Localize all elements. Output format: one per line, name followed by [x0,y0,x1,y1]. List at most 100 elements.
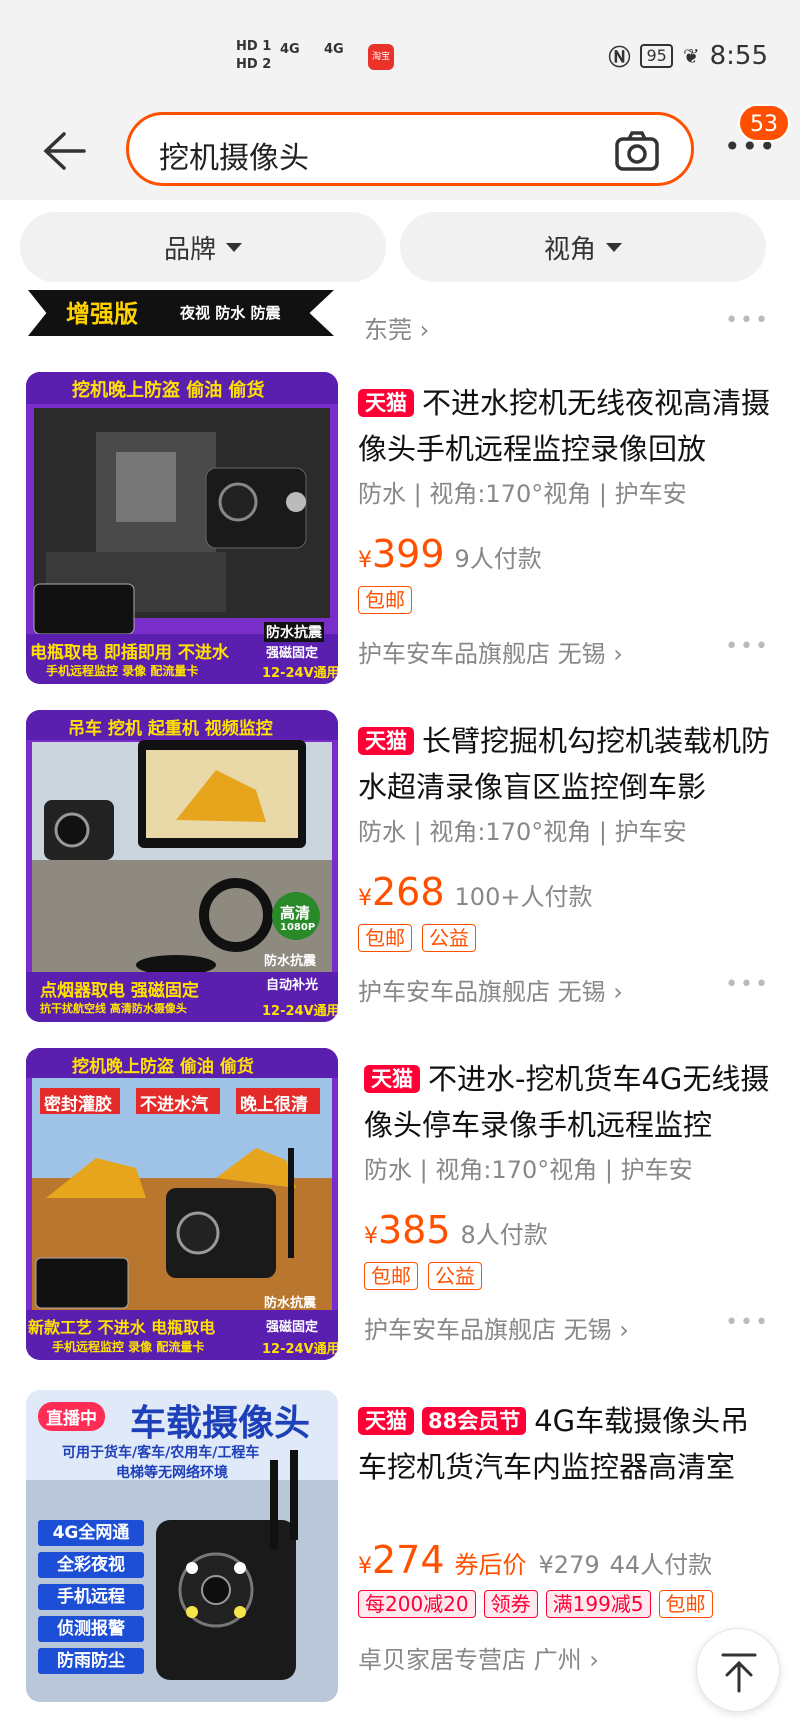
product-card[interactable]: 挖机晚上防盗 偷油 偷货 电瓶取电 即插即用 不进水 手机远程监控 录像 配流量… [0,372,800,710]
product-card[interactable]: 直播中 车载摄像头 可用于货车/客车/农用车/工程车 电梯等无网络环境 4G全网… [0,1390,800,1733]
image-caption: 防水抗震 [264,622,324,642]
more-options-icon[interactable]: ••• [725,972,770,997]
battery-icon: 95 [640,44,673,68]
tag-list: 包邮 公益 [358,924,476,952]
more-options-icon[interactable]: ••• [725,634,770,659]
price: 274 [372,1538,445,1582]
tag-list: 包邮 公益 [364,1262,482,1290]
image-caption: 密封灌胶 [44,1095,112,1115]
arrow-up-icon [721,1653,757,1693]
store-link[interactable]: 护车安车品旗舰店 无锡 › [364,1310,629,1345]
price-line: ¥385 8人付款 [364,1208,548,1252]
cart-count-badge: 53 [738,104,790,142]
product-title[interactable]: 天猫 长臂挖掘机勾挖机装载机防水超清录像盲区监控倒车影 [358,718,778,810]
image-caption: 防水抗震 [264,1296,317,1311]
image-caption: 抗干扰航空线 高清防水摄像头 [40,1002,187,1015]
tmall-badge: 天猫 [358,389,414,417]
image-caption: 点烟器取电 强磁固定 [40,981,199,1001]
product-image[interactable]: 吊车 挖机 起重机 视频监控 高清 1080P 点烟器取电 强磁固定 抗干扰航空… [26,710,338,1022]
filter-angle-button[interactable]: 视角 [400,212,766,282]
partial-product[interactable]: 增强版 夜视 防水 防震 东莞 › ••• [0,290,800,350]
image-caption: 电梯等无网络环境 [116,1465,228,1481]
image-caption: 可用于货车/客车/农用车/工程车 [62,1445,260,1461]
image-caption: 挖机晚上防盗 偷油 偷货 [72,1057,254,1077]
product-title[interactable]: 天猫 不进水-挖机货车4G无线摄像头停车录像手机远程监控 [364,1056,784,1148]
tmall-badge: 天猫 [358,727,414,755]
more-options-icon[interactable]: ••• [725,1310,770,1335]
taobao-notification-icon: 淘宝 [368,44,394,70]
feature-pill: 4G全网通 [38,1520,144,1546]
image-caption: 1080P [280,922,316,933]
tmall-badge: 天猫 [364,1065,420,1093]
sales-count: 44人付款 [609,1551,713,1579]
price-line: ¥274 券后价 ¥279 44人付款 [358,1538,713,1582]
image-caption: 电瓶取电 即插即用 不进水 [30,643,229,663]
caret-down-icon [606,242,622,252]
nfc-icon: Ⓝ [608,46,631,71]
more-options-icon[interactable]: ••• [725,308,770,333]
image-caption: 12-24V通用 [262,666,338,681]
product-attributes: 防水 | 视角:170°视角 | 护车安 [364,1156,693,1184]
tag-charity: 公益 [422,924,476,952]
image-caption: 防水抗震 [264,954,317,969]
feature-pill: 全彩夜视 [38,1552,144,1578]
product-image[interactable]: 挖机晚上防盗 偷油 偷货 密封灌胶 不进水汽 晚上很清 新款工艺 不进水 电瓶取… [26,1048,338,1360]
feature-pill: 侦测报警 [38,1616,144,1642]
banner-sub-text: 夜视 防水 防震 [180,304,281,322]
store-link[interactable]: 护车安车品旗舰店 无锡 › [358,634,623,669]
search-query[interactable]: 挖机摄像头 [159,133,309,177]
signal-icon-2: 4G [324,42,344,57]
live-badge: 直播中 [38,1402,105,1431]
image-caption: 手机远程监控 录像 配流量卡 [52,1340,205,1354]
caret-down-icon [226,242,242,252]
tag-coupon[interactable]: 领券 [483,1590,538,1618]
store-link[interactable]: 护车安车品旗舰店 无锡 › [358,972,623,1007]
product-image[interactable]: 挖机晚上防盗 偷油 偷货 电瓶取电 即插即用 不进水 手机远程监控 录像 配流量… [26,372,338,684]
member-day-badge: 88会员节 [422,1407,527,1435]
product-title[interactable]: 天猫 88会员节 4G车载摄像头吊车挖机货汽车内监控器高清室 [358,1398,778,1490]
image-caption: 12-24V通用 [262,1342,338,1357]
product-title[interactable]: 天猫 不进水挖机无线夜视高清摄像头手机远程监控录像回放 [358,380,778,472]
store-link[interactable]: 卓贝家居专营店 广州 › [358,1640,599,1675]
price-line: ¥399 9人付款 [358,532,542,576]
image-caption: 12-24V通用 [262,1004,338,1019]
coupon-price-label: 券后价 [454,1551,527,1579]
banner-main-text: 增强版 [66,300,138,328]
search-box[interactable]: 挖机摄像头 [126,112,694,186]
price-line: ¥268 100+人付款 [358,870,593,914]
filter-brand-button[interactable]: 品牌 [20,212,386,282]
store-link[interactable]: 东莞 › [364,310,429,345]
tag-free-shipping: 包邮 [358,924,412,952]
signal-icon: 4G [280,42,300,57]
price: 385 [378,1208,451,1252]
scroll-to-top-button[interactable] [696,1628,780,1712]
leaf-icon: ❦ [682,44,700,68]
image-caption: 强磁固定 [266,1320,319,1335]
feature-pill: 手机远程 [38,1584,144,1610]
tag-free-shipping: 包邮 [364,1262,418,1290]
original-price: ¥279 [538,1551,600,1579]
clock: 8:55 [709,41,768,71]
image-caption: 手机远程监控 录像 配流量卡 [46,664,199,678]
camera-icon[interactable] [613,129,661,173]
product-card[interactable]: 吊车 挖机 起重机 视频监控 高清 1080P 点烟器取电 强磁固定 抗干扰航空… [0,710,800,1048]
image-caption: 新款工艺 不进水 电瓶取电 [28,1318,216,1337]
tag-list: 每200减20 领券 满199减5 包邮 [358,1590,713,1618]
tag-discount: 每200减20 [358,1590,476,1618]
image-caption: 晚上很清 [240,1095,308,1115]
image-caption: 强磁固定 [266,646,319,661]
product-card[interactable]: 挖机晚上防盗 偷油 偷货 密封灌胶 不进水汽 晚上很清 新款工艺 不进水 电瓶取… [0,1048,800,1386]
image-caption: 高清 [280,904,311,922]
product-image[interactable]: 直播中 车载摄像头 可用于货车/客车/农用车/工程车 电梯等无网络环境 4G全网… [26,1390,338,1702]
image-caption: 吊车 挖机 起重机 视频监控 [68,719,273,739]
product-attributes: 防水 | 视角:170°视角 | 护车安 [358,480,687,508]
filter-bar: 品牌 视角 [0,200,800,290]
price: 399 [372,532,445,576]
back-arrow-icon[interactable] [38,128,88,174]
sales-count: 9人付款 [454,545,542,573]
sales-count: 8人付款 [460,1221,548,1249]
feature-pill: 防雨防尘 [38,1648,144,1674]
tag-discount: 满199减5 [545,1590,651,1618]
status-bar: HD 1 HD 2 4G 4G 淘宝 Ⓝ 95 ❦ 8:55 [0,0,800,110]
sim-indicators: HD 1 HD 2 [236,39,272,72]
